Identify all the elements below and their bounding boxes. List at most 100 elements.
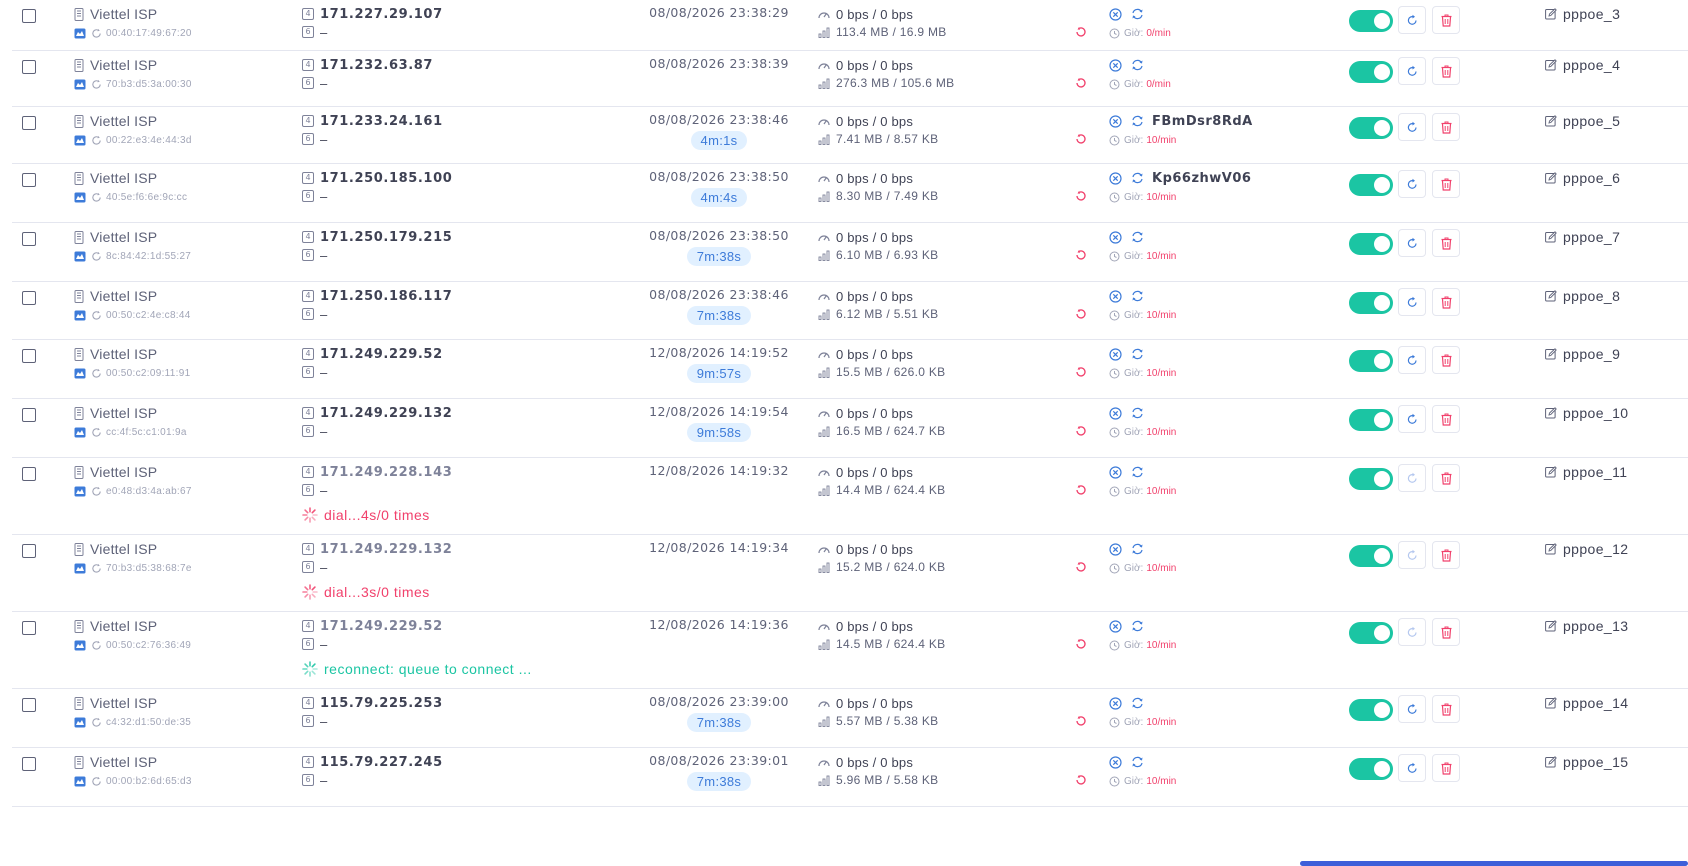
horizontal-scrollbar[interactable] — [1300, 861, 1688, 866]
edit-icon[interactable] — [1545, 407, 1557, 419]
ipv4-address[interactable]: 171.249.228.143 — [320, 465, 452, 480]
rotate-icon[interactable] — [1131, 697, 1144, 709]
delete-button[interactable] — [1432, 6, 1460, 34]
ipv4-address[interactable]: 171.250.185.100 — [320, 171, 452, 186]
edit-icon[interactable] — [1545, 290, 1557, 302]
edit-icon[interactable] — [1545, 115, 1557, 127]
edit-icon[interactable] — [1545, 231, 1557, 243]
refresh-button[interactable] — [1398, 229, 1426, 257]
delete-button[interactable] — [1432, 618, 1460, 646]
ipv4-address[interactable]: 171.249.229.52 — [320, 619, 443, 634]
reset-icon[interactable] — [1075, 638, 1087, 650]
rotate-icon[interactable] — [1131, 59, 1144, 71]
row-checkbox[interactable] — [22, 349, 36, 363]
rotate-icon[interactable] — [1131, 231, 1144, 243]
rotate-icon[interactable] — [1131, 620, 1144, 632]
close-circle-icon[interactable] — [1109, 289, 1122, 303]
enable-toggle[interactable] — [1349, 468, 1393, 490]
row-checkbox[interactable] — [22, 232, 36, 246]
profile-name-cell[interactable]: pppoe_12 — [1545, 540, 1629, 558]
enable-toggle[interactable] — [1349, 174, 1393, 196]
profile-name-cell[interactable]: pppoe_13 — [1545, 617, 1629, 635]
ipv4-address[interactable]: 171.233.24.161 — [320, 114, 443, 129]
edit-icon[interactable] — [1545, 466, 1557, 478]
rotate-icon[interactable] — [1131, 115, 1144, 127]
close-circle-icon[interactable] — [1109, 542, 1122, 556]
rotate-icon[interactable] — [1131, 756, 1144, 768]
delete-button[interactable] — [1432, 113, 1460, 141]
reset-icon[interactable] — [1075, 133, 1087, 145]
refresh-button[interactable] — [1398, 618, 1426, 646]
enable-toggle[interactable] — [1349, 292, 1393, 314]
edit-icon[interactable] — [1545, 172, 1557, 184]
profile-name-cell[interactable]: pppoe_5 — [1545, 112, 1620, 130]
delete-button[interactable] — [1432, 346, 1460, 374]
close-circle-icon[interactable] — [1109, 755, 1122, 769]
refresh-button[interactable] — [1398, 541, 1426, 569]
profile-name-cell[interactable]: pppoe_15 — [1545, 753, 1629, 771]
ipv4-address[interactable]: 171.232.63.87 — [320, 58, 433, 73]
delete-button[interactable] — [1432, 541, 1460, 569]
rotate-icon[interactable] — [1131, 290, 1144, 302]
delete-button[interactable] — [1432, 405, 1460, 433]
enable-toggle[interactable] — [1349, 622, 1393, 644]
enable-toggle[interactable] — [1349, 117, 1393, 139]
profile-name-cell[interactable]: pppoe_6 — [1545, 169, 1620, 187]
row-checkbox[interactable] — [22, 408, 36, 422]
row-checkbox[interactable] — [22, 467, 36, 481]
enable-toggle[interactable] — [1349, 545, 1393, 567]
refresh-button[interactable] — [1398, 695, 1426, 723]
close-circle-icon[interactable] — [1109, 406, 1122, 420]
reset-icon[interactable] — [1075, 190, 1087, 202]
enable-toggle[interactable] — [1349, 758, 1393, 780]
edit-icon[interactable] — [1545, 59, 1557, 71]
delete-button[interactable] — [1432, 229, 1460, 257]
delete-button[interactable] — [1432, 695, 1460, 723]
row-checkbox[interactable] — [22, 544, 36, 558]
row-checkbox[interactable] — [22, 757, 36, 771]
refresh-button[interactable] — [1398, 6, 1426, 34]
ipv4-address[interactable]: 171.250.186.117 — [320, 289, 452, 304]
delete-button[interactable] — [1432, 464, 1460, 492]
profile-name-cell[interactable]: pppoe_8 — [1545, 287, 1620, 305]
row-checkbox[interactable] — [22, 173, 36, 187]
enable-toggle[interactable] — [1349, 10, 1393, 32]
enable-toggle[interactable] — [1349, 409, 1393, 431]
row-checkbox[interactable] — [22, 621, 36, 635]
ipv4-address[interactable]: 171.249.229.132 — [320, 542, 452, 557]
enable-toggle[interactable] — [1349, 61, 1393, 83]
edit-icon[interactable] — [1545, 543, 1557, 555]
row-checkbox[interactable] — [22, 291, 36, 305]
close-circle-icon[interactable] — [1109, 465, 1122, 479]
profile-name-cell[interactable]: pppoe_3 — [1545, 5, 1620, 23]
ipv4-address[interactable]: 115.79.225.253 — [320, 696, 443, 711]
refresh-button[interactable] — [1398, 57, 1426, 85]
ipv4-address[interactable]: 171.249.229.52 — [320, 347, 443, 362]
reset-icon[interactable] — [1075, 484, 1087, 496]
refresh-button[interactable] — [1398, 170, 1426, 198]
refresh-button[interactable] — [1398, 288, 1426, 316]
profile-name-cell[interactable]: pppoe_14 — [1545, 694, 1629, 712]
reset-icon[interactable] — [1075, 308, 1087, 320]
reset-icon[interactable] — [1075, 249, 1087, 261]
close-circle-icon[interactable] — [1109, 230, 1122, 244]
row-checkbox[interactable] — [22, 698, 36, 712]
profile-name-cell[interactable]: pppoe_4 — [1545, 56, 1620, 74]
rotate-icon[interactable] — [1131, 172, 1144, 184]
refresh-button[interactable] — [1398, 346, 1426, 374]
edit-icon[interactable] — [1545, 8, 1557, 20]
reset-icon[interactable] — [1075, 715, 1087, 727]
delete-button[interactable] — [1432, 288, 1460, 316]
enable-toggle[interactable] — [1349, 699, 1393, 721]
edit-icon[interactable] — [1545, 697, 1557, 709]
delete-button[interactable] — [1432, 170, 1460, 198]
refresh-button[interactable] — [1398, 754, 1426, 782]
close-circle-icon[interactable] — [1109, 58, 1122, 72]
profile-name-cell[interactable]: pppoe_7 — [1545, 228, 1620, 246]
close-circle-icon[interactable] — [1109, 7, 1122, 21]
profile-name-cell[interactable]: pppoe_10 — [1545, 404, 1629, 422]
rotate-icon[interactable] — [1131, 348, 1144, 360]
close-circle-icon[interactable] — [1109, 347, 1122, 361]
rotate-icon[interactable] — [1131, 466, 1144, 478]
reset-icon[interactable] — [1075, 26, 1087, 38]
